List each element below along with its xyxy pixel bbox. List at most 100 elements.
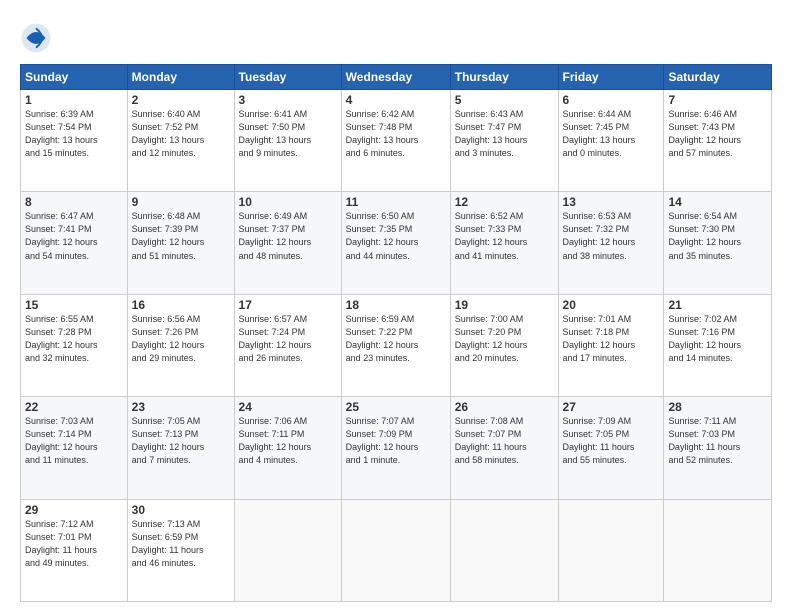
day-number: 29 (25, 503, 123, 517)
day-number: 13 (563, 195, 660, 209)
day-info: Sunrise: 7:00 AM Sunset: 7:20 PM Dayligh… (455, 313, 554, 365)
day-number: 7 (668, 93, 767, 107)
weekday-header-sunday: Sunday (21, 65, 128, 90)
calendar-cell (558, 499, 664, 601)
calendar-cell: 9Sunrise: 6:48 AM Sunset: 7:39 PM Daylig… (127, 192, 234, 294)
calendar-table: SundayMondayTuesdayWednesdayThursdayFrid… (20, 64, 772, 602)
day-info: Sunrise: 6:56 AM Sunset: 7:26 PM Dayligh… (132, 313, 230, 365)
calendar-week-2: 8Sunrise: 6:47 AM Sunset: 7:41 PM Daylig… (21, 192, 772, 294)
calendar-cell: 19Sunrise: 7:00 AM Sunset: 7:20 PM Dayli… (450, 294, 558, 396)
calendar-cell: 3Sunrise: 6:41 AM Sunset: 7:50 PM Daylig… (234, 90, 341, 192)
day-info: Sunrise: 6:57 AM Sunset: 7:24 PM Dayligh… (239, 313, 337, 365)
header-area (20, 18, 772, 54)
calendar-cell: 5Sunrise: 6:43 AM Sunset: 7:47 PM Daylig… (450, 90, 558, 192)
logo-icon (20, 22, 52, 54)
day-info: Sunrise: 6:59 AM Sunset: 7:22 PM Dayligh… (346, 313, 446, 365)
day-info: Sunrise: 7:06 AM Sunset: 7:11 PM Dayligh… (239, 415, 337, 467)
weekday-header-row: SundayMondayTuesdayWednesdayThursdayFrid… (21, 65, 772, 90)
weekday-header-saturday: Saturday (664, 65, 772, 90)
day-number: 25 (346, 400, 446, 414)
day-info: Sunrise: 7:07 AM Sunset: 7:09 PM Dayligh… (346, 415, 446, 467)
logo (20, 22, 56, 54)
day-info: Sunrise: 7:08 AM Sunset: 7:07 PM Dayligh… (455, 415, 554, 467)
day-info: Sunrise: 7:09 AM Sunset: 7:05 PM Dayligh… (563, 415, 660, 467)
day-number: 6 (563, 93, 660, 107)
calendar-cell: 7Sunrise: 6:46 AM Sunset: 7:43 PM Daylig… (664, 90, 772, 192)
weekday-header-tuesday: Tuesday (234, 65, 341, 90)
day-number: 14 (668, 195, 767, 209)
day-info: Sunrise: 6:55 AM Sunset: 7:28 PM Dayligh… (25, 313, 123, 365)
day-number: 19 (455, 298, 554, 312)
calendar-cell: 29Sunrise: 7:12 AM Sunset: 7:01 PM Dayli… (21, 499, 128, 601)
calendar-cell: 26Sunrise: 7:08 AM Sunset: 7:07 PM Dayli… (450, 397, 558, 499)
calendar-cell: 11Sunrise: 6:50 AM Sunset: 7:35 PM Dayli… (341, 192, 450, 294)
calendar-cell: 23Sunrise: 7:05 AM Sunset: 7:13 PM Dayli… (127, 397, 234, 499)
calendar-cell: 18Sunrise: 6:59 AM Sunset: 7:22 PM Dayli… (341, 294, 450, 396)
day-number: 30 (132, 503, 230, 517)
weekday-header-friday: Friday (558, 65, 664, 90)
day-info: Sunrise: 6:39 AM Sunset: 7:54 PM Dayligh… (25, 108, 123, 160)
day-number: 28 (668, 400, 767, 414)
calendar-cell (341, 499, 450, 601)
day-info: Sunrise: 6:43 AM Sunset: 7:47 PM Dayligh… (455, 108, 554, 160)
day-number: 21 (668, 298, 767, 312)
calendar-cell: 6Sunrise: 6:44 AM Sunset: 7:45 PM Daylig… (558, 90, 664, 192)
calendar-cell: 24Sunrise: 7:06 AM Sunset: 7:11 PM Dayli… (234, 397, 341, 499)
day-number: 9 (132, 195, 230, 209)
calendar-cell: 15Sunrise: 6:55 AM Sunset: 7:28 PM Dayli… (21, 294, 128, 396)
day-number: 10 (239, 195, 337, 209)
day-number: 15 (25, 298, 123, 312)
day-number: 16 (132, 298, 230, 312)
calendar-cell: 30Sunrise: 7:13 AM Sunset: 6:59 PM Dayli… (127, 499, 234, 601)
calendar-week-3: 15Sunrise: 6:55 AM Sunset: 7:28 PM Dayli… (21, 294, 772, 396)
day-info: Sunrise: 6:47 AM Sunset: 7:41 PM Dayligh… (25, 210, 123, 262)
day-number: 23 (132, 400, 230, 414)
day-info: Sunrise: 6:53 AM Sunset: 7:32 PM Dayligh… (563, 210, 660, 262)
calendar-cell: 17Sunrise: 6:57 AM Sunset: 7:24 PM Dayli… (234, 294, 341, 396)
day-number: 27 (563, 400, 660, 414)
calendar-cell: 10Sunrise: 6:49 AM Sunset: 7:37 PM Dayli… (234, 192, 341, 294)
calendar-header: SundayMondayTuesdayWednesdayThursdayFrid… (21, 65, 772, 90)
day-number: 12 (455, 195, 554, 209)
day-info: Sunrise: 6:52 AM Sunset: 7:33 PM Dayligh… (455, 210, 554, 262)
weekday-header-wednesday: Wednesday (341, 65, 450, 90)
day-info: Sunrise: 6:44 AM Sunset: 7:45 PM Dayligh… (563, 108, 660, 160)
day-info: Sunrise: 7:11 AM Sunset: 7:03 PM Dayligh… (668, 415, 767, 467)
calendar-cell: 12Sunrise: 6:52 AM Sunset: 7:33 PM Dayli… (450, 192, 558, 294)
day-number: 4 (346, 93, 446, 107)
day-number: 1 (25, 93, 123, 107)
day-info: Sunrise: 7:01 AM Sunset: 7:18 PM Dayligh… (563, 313, 660, 365)
calendar-cell: 28Sunrise: 7:11 AM Sunset: 7:03 PM Dayli… (664, 397, 772, 499)
day-number: 18 (346, 298, 446, 312)
day-number: 22 (25, 400, 123, 414)
day-info: Sunrise: 6:48 AM Sunset: 7:39 PM Dayligh… (132, 210, 230, 262)
calendar-week-5: 29Sunrise: 7:12 AM Sunset: 7:01 PM Dayli… (21, 499, 772, 601)
calendar-cell: 2Sunrise: 6:40 AM Sunset: 7:52 PM Daylig… (127, 90, 234, 192)
day-info: Sunrise: 6:40 AM Sunset: 7:52 PM Dayligh… (132, 108, 230, 160)
day-number: 11 (346, 195, 446, 209)
day-info: Sunrise: 6:46 AM Sunset: 7:43 PM Dayligh… (668, 108, 767, 160)
weekday-header-monday: Monday (127, 65, 234, 90)
calendar-cell (664, 499, 772, 601)
day-info: Sunrise: 7:12 AM Sunset: 7:01 PM Dayligh… (25, 518, 123, 570)
calendar-week-1: 1Sunrise: 6:39 AM Sunset: 7:54 PM Daylig… (21, 90, 772, 192)
day-info: Sunrise: 6:50 AM Sunset: 7:35 PM Dayligh… (346, 210, 446, 262)
day-info: Sunrise: 7:13 AM Sunset: 6:59 PM Dayligh… (132, 518, 230, 570)
day-info: Sunrise: 7:03 AM Sunset: 7:14 PM Dayligh… (25, 415, 123, 467)
day-info: Sunrise: 6:54 AM Sunset: 7:30 PM Dayligh… (668, 210, 767, 262)
day-info: Sunrise: 6:49 AM Sunset: 7:37 PM Dayligh… (239, 210, 337, 262)
calendar-cell: 8Sunrise: 6:47 AM Sunset: 7:41 PM Daylig… (21, 192, 128, 294)
calendar-page: SundayMondayTuesdayWednesdayThursdayFrid… (0, 0, 792, 612)
day-number: 26 (455, 400, 554, 414)
day-info: Sunrise: 6:42 AM Sunset: 7:48 PM Dayligh… (346, 108, 446, 160)
calendar-cell: 13Sunrise: 6:53 AM Sunset: 7:32 PM Dayli… (558, 192, 664, 294)
calendar-body: 1Sunrise: 6:39 AM Sunset: 7:54 PM Daylig… (21, 90, 772, 602)
weekday-header-thursday: Thursday (450, 65, 558, 90)
calendar-cell (234, 499, 341, 601)
calendar-cell: 22Sunrise: 7:03 AM Sunset: 7:14 PM Dayli… (21, 397, 128, 499)
day-number: 24 (239, 400, 337, 414)
calendar-cell: 16Sunrise: 6:56 AM Sunset: 7:26 PM Dayli… (127, 294, 234, 396)
day-number: 5 (455, 93, 554, 107)
calendar-cell: 4Sunrise: 6:42 AM Sunset: 7:48 PM Daylig… (341, 90, 450, 192)
day-number: 8 (25, 195, 123, 209)
